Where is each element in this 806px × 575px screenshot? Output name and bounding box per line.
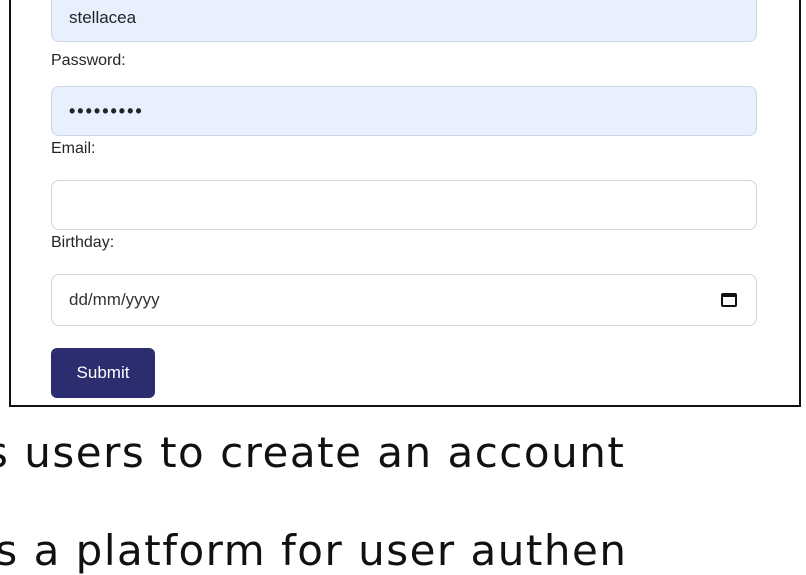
submit-button[interactable]: Submit	[51, 348, 155, 398]
password-field[interactable]: •••••••••	[51, 86, 757, 136]
birthday-placeholder: dd/mm/yyyy	[69, 290, 160, 309]
username-value: stellacea	[69, 8, 137, 27]
birthday-label: Birthday:	[51, 234, 115, 251]
caption-line-2: es a platform for user authen	[0, 526, 628, 575]
password-masked-value: •••••••••	[69, 100, 144, 121]
username-field[interactable]: stellacea	[51, 0, 757, 42]
calendar-icon[interactable]	[721, 293, 737, 307]
birthday-date-input[interactable]: dd/mm/yyyy	[51, 274, 757, 326]
signup-form-frame: stellacea Password: ••••••••• Email: Bir…	[9, 0, 801, 407]
caption-line-1: s users to create an account	[0, 428, 626, 477]
email-field[interactable]	[51, 180, 757, 230]
email-label: Email:	[51, 140, 96, 157]
password-label: Password:	[51, 52, 126, 69]
